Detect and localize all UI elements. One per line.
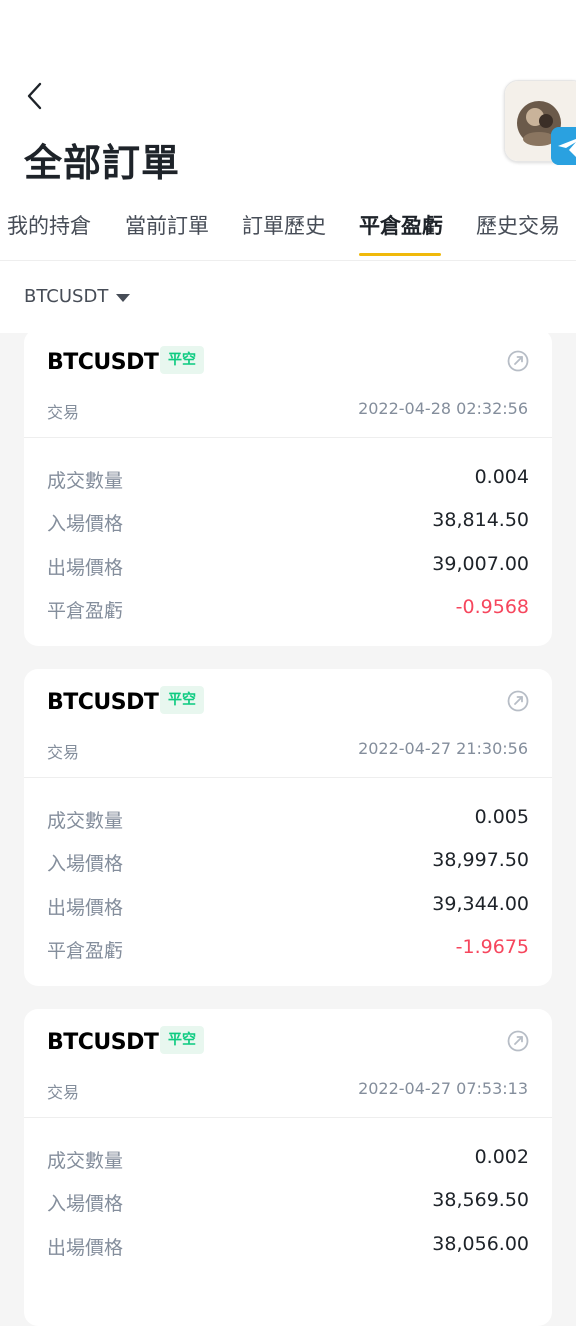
order-card[interactable]: BTCUSDT 平空 交易 2022-04-27 21:30:56 成交數量 0… (24, 669, 552, 986)
entry-row: 入場價格 38,997.50 (47, 849, 529, 879)
tab-bar: 我的持倉 當前訂單 訂單歷史 平倉盈虧 歷史交易 (0, 196, 576, 260)
pnl-row: 平倉盈虧 -1.9675 (47, 936, 529, 966)
tab-closed-pnl[interactable]: 平倉盈虧 (359, 210, 443, 240)
order-symbol: BTCUSDT (47, 690, 159, 715)
pnl-label: 平倉盈虧 (47, 940, 124, 962)
order-type: 交易 (47, 1083, 80, 1102)
pnl-label: 平倉盈虧 (47, 600, 124, 622)
qty-label: 成交數量 (47, 1150, 124, 1172)
order-card[interactable]: BTCUSDT 平空 交易 2022-04-28 02:32:56 成交數量 0… (24, 329, 552, 646)
symbol-filter-label: BTCUSDT (24, 286, 109, 307)
exit-label: 出場價格 (47, 1237, 124, 1259)
entry-value: 38,997.50 (432, 849, 529, 871)
tab-order-history[interactable]: 訂單歷史 (242, 210, 326, 240)
entry-value: 38,814.50 (432, 509, 529, 531)
qty-row: 成交數量 0.004 (47, 466, 529, 496)
qty-value: 0.005 (474, 806, 529, 828)
order-type: 交易 (47, 743, 80, 762)
entry-row: 入場價格 38,569.50 (47, 1189, 529, 1219)
tab-positions[interactable]: 我的持倉 (7, 210, 91, 240)
exit-label: 出場價格 (47, 897, 124, 919)
exit-value: 39,007.00 (432, 553, 529, 575)
back-arrow-icon[interactable] (18, 78, 54, 114)
tab-open-orders[interactable]: 當前訂單 (125, 210, 209, 240)
exit-row: 出場價格 38,056.00 (47, 1233, 529, 1263)
pnl-value: -1.9675 (455, 936, 529, 958)
entry-row: 入場價格 38,814.50 (47, 509, 529, 539)
side-badge: 平空 (160, 1026, 204, 1054)
order-time: 2022-04-27 07:53:13 (358, 1079, 528, 1098)
entry-label: 入場價格 (47, 853, 124, 875)
entry-value: 38,569.50 (432, 1189, 529, 1211)
pnl-value: -0.9568 (455, 596, 529, 618)
page-title: 全部訂單 (24, 141, 181, 185)
share-icon[interactable] (506, 1029, 530, 1053)
symbol-filter[interactable]: BTCUSDT (24, 286, 131, 307)
pnl-row: 平倉盈虧 -0.9568 (47, 596, 529, 626)
order-symbol: BTCUSDT (47, 350, 159, 375)
tabs-divider (0, 260, 576, 261)
side-badge: 平空 (160, 686, 204, 714)
entry-label: 入場價格 (47, 513, 124, 535)
exit-label: 出場價格 (47, 557, 124, 579)
qty-value: 0.002 (474, 1146, 529, 1168)
card-divider (24, 437, 552, 438)
qty-value: 0.004 (474, 466, 529, 488)
exit-value: 38,056.00 (432, 1233, 529, 1255)
order-type: 交易 (47, 403, 80, 422)
order-time: 2022-04-28 02:32:56 (358, 399, 528, 418)
exit-value: 39,344.00 (432, 893, 529, 915)
card-divider (24, 777, 552, 778)
caret-down-icon (116, 293, 131, 302)
order-card[interactable]: BTCUSDT 平空 交易 2022-04-27 07:53:13 成交數量 0… (24, 1009, 552, 1326)
exit-row: 出場價格 39,007.00 (47, 553, 529, 583)
share-icon[interactable] (506, 349, 530, 373)
tab-trade-history[interactable]: 歷史交易 (476, 210, 560, 240)
card-divider (24, 1117, 552, 1118)
exit-row: 出場價格 39,344.00 (47, 893, 529, 923)
order-symbol: BTCUSDT (47, 1030, 159, 1055)
qty-row: 成交數量 0.005 (47, 806, 529, 836)
telegram-icon[interactable] (551, 127, 576, 165)
side-badge: 平空 (160, 346, 204, 374)
qty-label: 成交數量 (47, 810, 124, 832)
share-icon[interactable] (506, 689, 530, 713)
qty-row: 成交數量 0.002 (47, 1146, 529, 1176)
entry-label: 入場價格 (47, 1193, 124, 1215)
qty-label: 成交數量 (47, 470, 124, 492)
active-tab-indicator (359, 253, 441, 256)
order-time: 2022-04-27 21:30:56 (358, 739, 528, 758)
